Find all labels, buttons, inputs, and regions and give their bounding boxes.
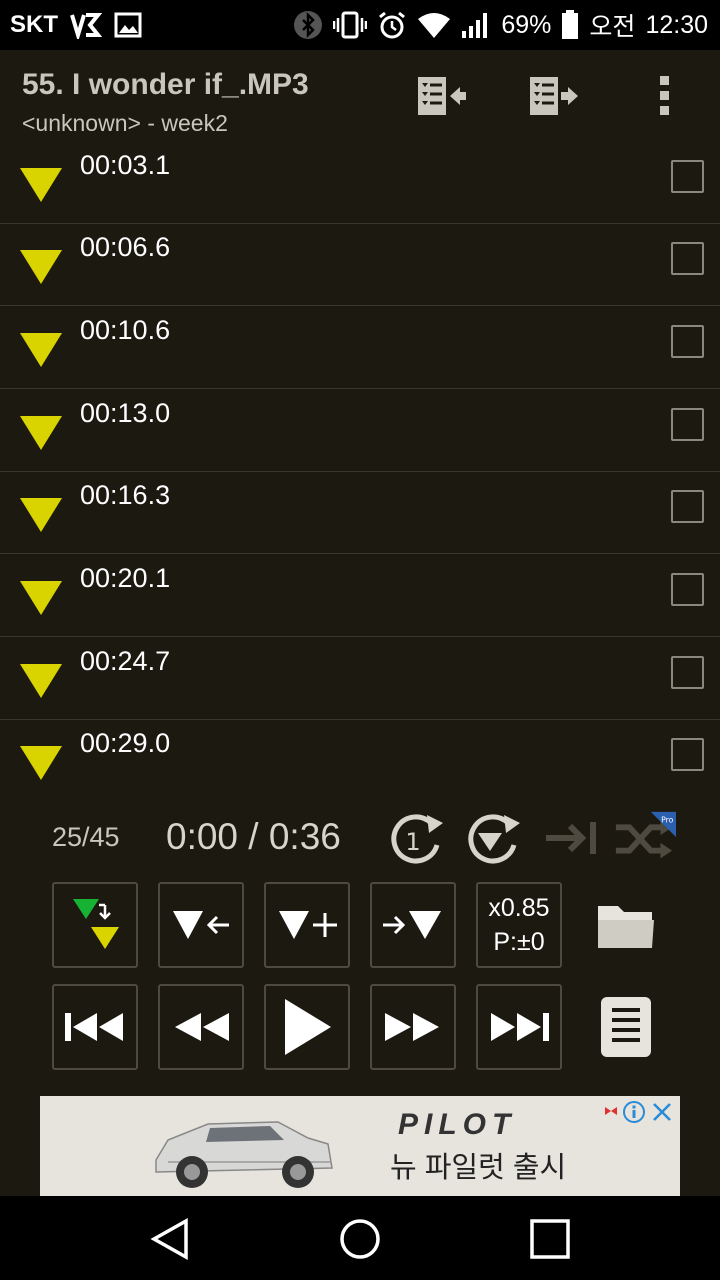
- more-vert-icon[interactable]: [634, 70, 694, 122]
- carrier-label: SKT: [10, 11, 58, 38]
- bookmark-time: 00:29.0: [80, 728, 171, 758]
- status-time: 12:30: [645, 10, 708, 39]
- playback-timer: 0:00 / 0:36: [166, 816, 341, 857]
- ad-close-icon[interactable]: [650, 1100, 674, 1124]
- back-icon[interactable]: [145, 1214, 195, 1264]
- skip-to-end-icon[interactable]: [540, 808, 604, 868]
- next-bookmark-button[interactable]: [370, 882, 456, 968]
- speed-pitch-button[interactable]: x0.85 P:±0: [476, 882, 562, 968]
- bookmark-time: 00:13.0: [80, 398, 171, 428]
- pro-badge: Pro: [661, 815, 674, 824]
- prev-bookmark-button[interactable]: [158, 882, 244, 968]
- bookmark-checkbox[interactable]: [671, 490, 704, 523]
- bookmark-time: 00:06.6: [80, 232, 171, 262]
- vibrate-icon: [333, 10, 368, 40]
- track-subtitle: <unknown> - week2: [22, 110, 228, 136]
- alarm-icon: [377, 10, 407, 40]
- list-item[interactable]: 00:03.1: [0, 142, 720, 224]
- import-bookmarks-icon[interactable]: [410, 70, 470, 122]
- signal-icon: [461, 11, 491, 39]
- bookmark-time: 00:10.6: [80, 315, 171, 345]
- wifi-icon: [417, 11, 451, 39]
- bookmark-time: 00:24.7: [80, 646, 171, 676]
- bookmark-marker-icon: [20, 168, 62, 202]
- list-item[interactable]: 00:29.0: [0, 720, 720, 802]
- export-bookmarks-icon[interactable]: [522, 70, 582, 122]
- track-counter: 25/45: [52, 822, 120, 852]
- ad-banner[interactable]: PILOT 뉴 파일럿 출시: [40, 1096, 680, 1196]
- play-button[interactable]: [264, 984, 350, 1070]
- track-title: 55. I wonder if_.MP3: [22, 68, 309, 101]
- bookmark-checkbox[interactable]: [671, 573, 704, 606]
- status-bar: SKT 69% 오전 12:30: [0, 0, 720, 50]
- list-item[interactable]: 00:13.0: [0, 390, 720, 472]
- bookmark-marker-icon: [20, 581, 62, 615]
- bookmark-marker-icon: [20, 333, 62, 367]
- add-bookmark-button[interactable]: [264, 882, 350, 968]
- skip-next-button[interactable]: [476, 984, 562, 1070]
- repeat-bookmark-icon[interactable]: [462, 808, 526, 868]
- repeat-one-label: 1: [405, 828, 420, 856]
- home-icon[interactable]: [335, 1214, 385, 1264]
- adchoices-logo-icon: [605, 1107, 617, 1115]
- navigation-bar: [0, 1196, 720, 1280]
- bookmark-time: 00:20.1: [80, 563, 171, 593]
- ad-info-icon[interactable]: [622, 1100, 646, 1124]
- bookmark-checkbox[interactable]: [671, 656, 704, 689]
- bookmark-checkbox[interactable]: [671, 242, 704, 275]
- car-image: [155, 1121, 333, 1188]
- bookmark-marker-icon: [20, 416, 62, 450]
- list-item[interactable]: 00:24.7: [0, 638, 720, 720]
- bookmark-list-icon[interactable]: [594, 992, 658, 1062]
- bookmark-checkbox[interactable]: [671, 160, 704, 193]
- pitch-label: P:±0: [493, 928, 545, 956]
- bookmark-time: 00:16.3: [80, 480, 171, 510]
- bookmark-time: 00:03.1: [80, 150, 171, 180]
- battery-icon: [561, 10, 579, 40]
- list-item[interactable]: 00:06.6: [0, 224, 720, 306]
- bookmark-checkbox[interactable]: [671, 408, 704, 441]
- bookmark-checkbox[interactable]: [671, 738, 704, 771]
- speed-label: x0.85: [488, 894, 550, 922]
- jump-next-bookmark-button[interactable]: [52, 882, 138, 968]
- list-item[interactable]: 00:20.1: [0, 555, 720, 637]
- time-prefix: 오전: [589, 13, 636, 41]
- rewind-button[interactable]: [158, 984, 244, 1070]
- bluetooth-icon: [293, 10, 323, 40]
- list-item[interactable]: 00:16.3: [0, 472, 720, 554]
- app-header: 55. I wonder if_.MP3 <unknown> - week2: [0, 50, 720, 142]
- battery-percent: 69%: [501, 10, 552, 39]
- shuffle-icon[interactable]: Pro: [612, 808, 676, 868]
- bookmark-marker-icon: [20, 498, 62, 532]
- folder-icon[interactable]: [594, 892, 658, 962]
- list-item[interactable]: 00:10.6: [0, 307, 720, 389]
- ad-brand: PILOT: [398, 1108, 517, 1141]
- bookmark-marker-icon: [20, 746, 62, 780]
- bookmark-checkbox[interactable]: [671, 325, 704, 358]
- bookmark-list: 00:03.1 00:06.6 00:10.6 00:13.0 00:16.3 …: [0, 142, 720, 802]
- repeat-one-icon[interactable]: 1: [386, 808, 450, 868]
- ad-tagline: 뉴 파일럿 출시: [390, 1152, 567, 1184]
- recents-icon[interactable]: [525, 1214, 575, 1264]
- fast-forward-button[interactable]: [370, 984, 456, 1070]
- lte-icon: [70, 11, 102, 39]
- image-icon: [114, 12, 142, 38]
- skip-previous-button[interactable]: [52, 984, 138, 1070]
- bookmark-marker-icon: [20, 250, 62, 284]
- bookmark-marker-icon: [20, 664, 62, 698]
